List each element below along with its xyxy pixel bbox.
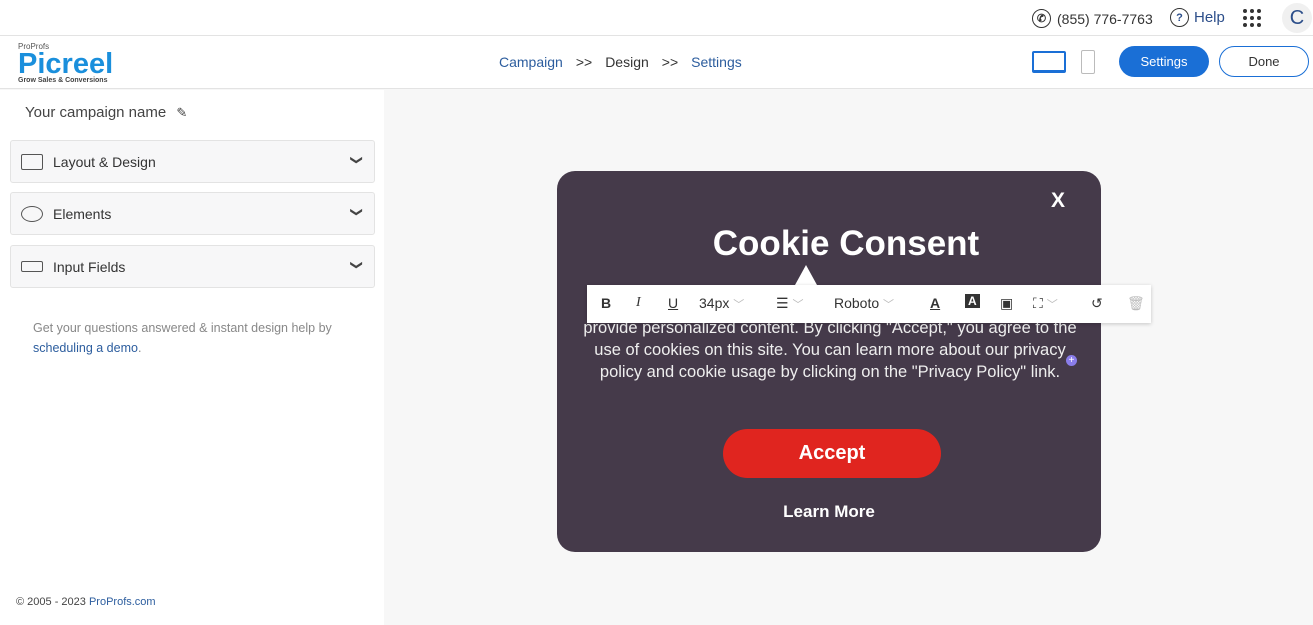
help-icon: ? bbox=[1170, 8, 1189, 27]
proprofs-link[interactable]: ProProfs.com bbox=[89, 596, 156, 608]
help-label: Help bbox=[1194, 9, 1225, 26]
breadcrumb-settings[interactable]: Settings bbox=[691, 54, 742, 70]
align-icon: ☰ bbox=[776, 295, 789, 311]
breadcrumb: Campaign >> Design >> Settings bbox=[499, 54, 742, 70]
top-bar: ✆ (855) 776-7763 ? Help C bbox=[0, 0, 1313, 36]
popup-title[interactable]: Cookie Consent bbox=[557, 224, 1135, 264]
copyright: © 2005 - 2023 ProProfs.com bbox=[16, 596, 156, 608]
avatar[interactable]: C bbox=[1282, 3, 1312, 33]
breadcrumb-design: Design bbox=[605, 54, 649, 70]
phone-icon: ✆ bbox=[1032, 9, 1051, 28]
accept-button[interactable]: Accept bbox=[723, 429, 941, 478]
separator: >> bbox=[575, 54, 593, 70]
underline-button[interactable]: U bbox=[668, 295, 678, 311]
chevron-down-icon: ﹀ bbox=[883, 299, 895, 311]
trash-icon[interactable]: 🗑 bbox=[1127, 295, 1145, 312]
header: ProProfs Picreel Grow Sales & Conversion… bbox=[0, 36, 1313, 89]
done-button[interactable]: Done bbox=[1219, 46, 1309, 77]
mobile-view-icon[interactable] bbox=[1081, 50, 1095, 74]
border-icon: ⛶ bbox=[1033, 295, 1043, 311]
settings-button[interactable]: Settings bbox=[1119, 46, 1209, 77]
italic-button[interactable]: I bbox=[636, 295, 641, 311]
align-select[interactable]: ☰ ﹀ bbox=[776, 295, 803, 312]
popup-body[interactable]: provide personalized content. By clickin… bbox=[571, 317, 1089, 383]
sidebar: Your campaign name ✎ Layout & Design ❯ El… bbox=[0, 90, 384, 625]
chevron-down-icon: ﹀ bbox=[792, 299, 804, 311]
shapes-icon bbox=[21, 205, 43, 222]
section-elements[interactable]: Elements ❯ bbox=[10, 192, 375, 235]
section-input-fields[interactable]: Input Fields ❯ bbox=[10, 245, 375, 288]
pencil-icon[interactable]: ✎ bbox=[176, 105, 187, 120]
text-toolbar: B I U 34px ﹀ ☰ ﹀ Roboto ﹀ A A ▣ ⛶ ﹀ ↺ 🗑 bbox=[587, 285, 1151, 323]
desktop-view-icon[interactable] bbox=[1032, 51, 1066, 73]
help-link[interactable]: ? Help bbox=[1170, 8, 1225, 27]
section-label: Layout & Design bbox=[53, 153, 156, 170]
cookie-popup: X Cookie Consent provide personalized co… bbox=[557, 171, 1101, 552]
breadcrumb-campaign[interactable]: Campaign bbox=[499, 54, 563, 70]
chevron-down-icon: ❯ bbox=[349, 259, 364, 271]
section-layout-design[interactable]: Layout & Design ❯ bbox=[10, 140, 375, 183]
reset-icon[interactable]: ↺ bbox=[1091, 295, 1103, 312]
separator: >> bbox=[661, 54, 679, 70]
close-button[interactable]: X bbox=[1051, 189, 1065, 213]
input-field-icon bbox=[21, 261, 43, 272]
apps-grid-icon[interactable] bbox=[1243, 9, 1261, 27]
chevron-down-icon: ﹀ bbox=[1046, 299, 1058, 311]
campaign-name[interactable]: Your campaign name ✎ bbox=[25, 104, 187, 121]
layout-icon bbox=[21, 153, 43, 170]
phone-number: (855) 776-7763 bbox=[1057, 10, 1153, 27]
chevron-down-icon: ﹀ bbox=[733, 299, 745, 311]
padding-select[interactable]: ⛶ ﹀ bbox=[1033, 295, 1058, 312]
logo: ProProfs Picreel Grow Sales & Conversion… bbox=[18, 42, 114, 84]
font-size-select[interactable]: 34px ﹀ bbox=[699, 295, 744, 312]
add-icon[interactable]: + bbox=[1066, 355, 1077, 366]
section-label: Elements bbox=[53, 205, 112, 222]
help-text: Get your questions answered & instant de… bbox=[33, 321, 332, 355]
bold-button[interactable]: B bbox=[601, 295, 611, 311]
section-label: Input Fields bbox=[53, 258, 126, 275]
chevron-down-icon: ❯ bbox=[349, 206, 364, 218]
toolbar-caret bbox=[795, 265, 817, 285]
font-family-select[interactable]: Roboto ﹀ bbox=[834, 295, 894, 312]
text-color-icon[interactable]: A bbox=[930, 295, 940, 311]
learn-more-link[interactable]: Learn More bbox=[557, 502, 1101, 522]
chevron-down-icon: ❯ bbox=[349, 154, 364, 166]
image-icon[interactable]: ▣ bbox=[1000, 295, 1013, 312]
schedule-demo-link[interactable]: scheduling a demo bbox=[33, 341, 138, 355]
phone-link[interactable]: ✆ (855) 776-7763 bbox=[1032, 9, 1153, 28]
background-color-icon[interactable]: A bbox=[965, 294, 980, 308]
